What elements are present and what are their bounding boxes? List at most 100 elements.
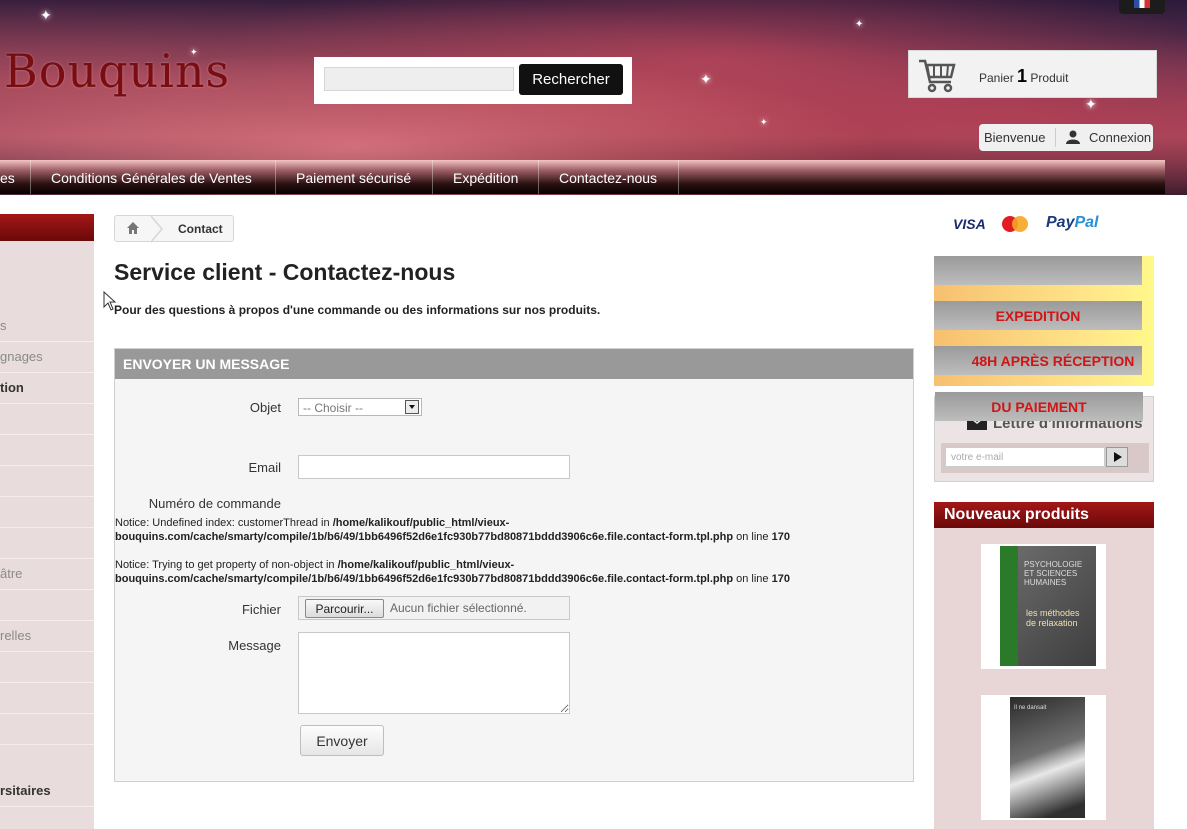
chevron-down-icon — [405, 400, 419, 414]
newsletter-block: Lettre d'informations DU PAIEMENT votre … — [934, 392, 1154, 482]
paypal-logo-b: Pal — [1074, 214, 1099, 231]
sidebar-item[interactable]: gnages — [0, 341, 94, 373]
sidebar-item[interactable] — [0, 589, 94, 621]
login-link[interactable]: Connexion — [1089, 130, 1151, 145]
book-cover: PSYCHOLOGIE ET SCIENCES HUMAINES les mét… — [1000, 546, 1096, 666]
separator — [1055, 128, 1056, 147]
visa-logo: VISA — [953, 216, 986, 232]
user-icon — [1066, 130, 1080, 144]
cart-label: Panier — [979, 71, 1014, 85]
sidebar-item[interactable] — [0, 434, 94, 466]
promo-band: 48H APRÈS RÉCEPTION — [934, 346, 1142, 375]
email-field[interactable] — [298, 455, 570, 479]
php-notice: Notice: Trying to get property of non-ob… — [115, 558, 795, 586]
main-nav: es Conditions Générales de Ventes Paieme… — [0, 160, 1165, 194]
page-title: Service client - Contactez-nous — [114, 259, 456, 285]
book-cover: Il ne dansait — [1010, 697, 1085, 818]
nav-item-payment[interactable]: Paiement sécurisé — [276, 160, 433, 194]
newsletter-form: votre e-mail — [941, 443, 1149, 473]
paypal-logo-a: Pay — [1046, 214, 1075, 231]
sidebar-item[interactable] — [0, 403, 94, 435]
file-upload-field: Parcourir... Aucun fichier sélectionné. — [298, 596, 570, 620]
subject-select[interactable]: -- Choisir -- — [298, 398, 422, 416]
message-textarea[interactable] — [298, 632, 570, 714]
notice-text: : Undefined index: customerThread in — [146, 517, 333, 529]
file-label: Fichier — [241, 602, 281, 617]
sidebar-item[interactable]: relles — [0, 620, 94, 652]
product-thumbnail[interactable]: Il ne dansait — [981, 695, 1106, 820]
sidebar-item[interactable] — [0, 713, 94, 745]
cart-block[interactable]: Panier 1 Produit — [908, 50, 1157, 98]
newsletter-email-input[interactable]: votre e-mail — [945, 447, 1105, 467]
order-number-label: Numéro de commande — [148, 496, 281, 511]
message-label: Message — [228, 638, 281, 653]
star-decoration: ✦ — [40, 7, 52, 23]
subject-select-value: -- Choisir -- — [303, 401, 363, 415]
product-thumbnail[interactable]: PSYCHOLOGIE ET SCIENCES HUMAINES les mét… — [981, 544, 1106, 669]
sidebar-item[interactable] — [0, 527, 94, 559]
sidebar-item[interactable]: âtre — [0, 558, 94, 590]
cart-summary: Panier 1 Produit — [979, 66, 1068, 87]
nav-item-contact[interactable]: Contactez-nous — [539, 160, 679, 194]
sidebar-header — [0, 214, 94, 241]
new-products-title: Nouveaux produits — [934, 502, 1154, 528]
promo-band — [934, 256, 1142, 285]
fr-flag-icon — [1134, 0, 1150, 8]
nav-item-shipping[interactable]: Expédition — [433, 160, 539, 194]
notice-online: on line — [733, 573, 772, 585]
star-decoration: ✦ — [855, 19, 864, 30]
search-box: Rechercher — [314, 57, 632, 104]
browse-button[interactable]: Parcourir... — [305, 599, 384, 618]
notice-line: 170 — [771, 531, 790, 543]
left-sidebar: s gnages tion âtre relles rsitaires — [0, 214, 94, 829]
subject-label: Objet — [249, 400, 281, 415]
mouse-cursor-icon — [103, 291, 117, 311]
book-subtitle: les méthodes de relaxation — [1026, 608, 1080, 628]
sidebar-item[interactable] — [0, 496, 94, 528]
cart-count: 1 — [1017, 66, 1028, 86]
new-products-block: Nouveaux produits PSYCHOLOGIE ET SCIENCE… — [934, 502, 1154, 829]
php-notice: Notice: Undefined index: customerThread … — [115, 516, 795, 544]
notice-online: on line — [733, 531, 772, 543]
site-header: ✦ ✦ ✦ ✦ ✦ ✦ Bouquins Rechercher Panier 1… — [0, 0, 1187, 195]
form-header: ENVOYER UN MESSAGE — [115, 349, 913, 379]
mastercard-logo — [1002, 216, 1028, 232]
promo-band: EXPEDITION — [934, 301, 1142, 330]
intro-text: Pour des questions à propos d'une comman… — [114, 303, 601, 317]
sidebar-item[interactable]: tion — [0, 372, 94, 404]
promo-band: DU PAIEMENT — [935, 392, 1143, 421]
sidebar-item[interactable] — [0, 651, 94, 683]
cart-unit: Produit — [1030, 71, 1069, 85]
star-decoration: ✦ — [760, 117, 768, 127]
breadcrumb-separator-inner — [150, 216, 161, 242]
welcome-text: Bienvenue — [984, 130, 1046, 145]
nav-item-cgv[interactable]: Conditions Générales de Ventes — [31, 160, 276, 194]
notice-label: Notice — [115, 517, 147, 529]
user-bar: Bienvenue Connexion — [979, 124, 1153, 151]
notice-line: 170 — [771, 573, 790, 585]
home-icon[interactable] — [126, 221, 140, 235]
file-status: Aucun fichier sélectionné. — [390, 601, 527, 615]
paypal-logo: PayPal — [1046, 214, 1098, 232]
sidebar-item[interactable] — [0, 682, 94, 714]
cart-icon — [919, 59, 956, 93]
book-title: PSYCHOLOGIE ET SCIENCES HUMAINES — [1024, 560, 1083, 587]
send-button[interactable]: Envoyer — [300, 725, 384, 756]
book-title: Il ne dansait — [1014, 705, 1047, 711]
breadcrumb: Contact — [114, 215, 234, 243]
search-input[interactable] — [324, 67, 514, 91]
notice-label: Notice — [115, 559, 147, 571]
contact-form: ENVOYER UN MESSAGE Objet -- Choisir -- E… — [114, 348, 914, 782]
sidebar-item[interactable] — [0, 465, 94, 497]
search-button[interactable]: Rechercher — [519, 64, 623, 95]
sidebar-item[interactable]: rsitaires — [0, 775, 94, 807]
breadcrumb-current: Contact — [178, 222, 223, 236]
shipping-promo-banner: EXPEDITION 48H APRÈS RÉCEPTION — [934, 256, 1154, 386]
language-selector[interactable] — [1119, 0, 1165, 14]
newsletter-submit-button[interactable] — [1106, 447, 1128, 467]
star-decoration: ✦ — [1085, 96, 1097, 112]
sidebar-item[interactable]: s — [0, 310, 94, 342]
star-decoration: ✦ — [700, 71, 712, 87]
site-logo[interactable]: Bouquins — [4, 44, 230, 98]
nav-item-categories[interactable]: es — [0, 160, 31, 194]
